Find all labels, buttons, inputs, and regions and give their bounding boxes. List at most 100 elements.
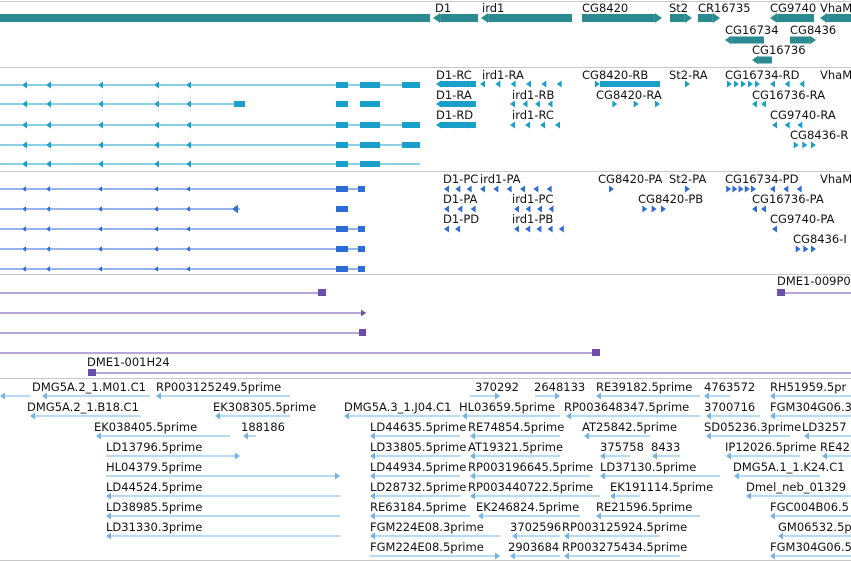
exon-chevron[interactable] [186,206,190,212]
exon-chevron[interactable] [506,185,512,193]
exon-chevron[interactable] [154,246,158,252]
gene-bar[interactable] [440,14,478,22]
exon-block[interactable] [360,82,380,88]
exon-chevron[interactable] [46,81,51,89]
exon-chevron[interactable] [795,245,801,253]
exon-chevron[interactable] [540,121,545,129]
exon-chevron[interactable] [493,185,499,193]
exon-chevron[interactable] [154,160,159,168]
exon-chevron[interactable] [22,121,27,129]
exon-chevron[interactable] [480,185,485,193]
exon-chevron[interactable] [186,160,191,168]
gene-bar[interactable] [582,14,655,22]
exon-block[interactable] [336,161,348,167]
exon-block[interactable] [402,82,420,88]
exon-chevron[interactable] [455,225,460,233]
exon-block[interactable] [336,206,348,212]
gene-bar[interactable] [670,14,685,22]
exon-block[interactable] [336,142,348,148]
exon-block[interactable] [402,142,420,148]
exon-chevron[interactable] [22,186,26,192]
gene-bar[interactable] [0,14,430,22]
exon-chevron[interactable] [98,121,103,129]
exon-chevron[interactable] [98,81,103,89]
clone-end[interactable] [777,289,785,296]
exon-chevron[interactable] [232,204,238,214]
exon-chevron[interactable] [803,245,809,253]
exon-chevron[interactable] [98,206,102,212]
exon-chevron[interactable] [46,141,51,149]
exon-chevron[interactable] [556,80,562,88]
exon-chevron[interactable] [154,81,159,89]
gene-bar[interactable] [488,14,572,22]
exon-chevron[interactable] [154,186,158,192]
exon-chevron[interactable] [802,141,808,149]
exon-chevron[interactable] [22,141,27,149]
exon-block[interactable] [336,246,348,252]
exon-chevron[interactable] [154,206,158,212]
gene-bar[interactable] [698,14,713,22]
exon-chevron[interactable] [186,121,191,129]
exon-chevron[interactable] [46,226,50,232]
exon-chevron[interactable] [98,186,102,192]
exon-chevron[interactable] [726,185,732,193]
exon-chevron[interactable] [186,81,191,89]
exon-chevron[interactable] [22,226,26,232]
exon-chevron[interactable] [22,160,27,168]
exon-block[interactable] [360,142,380,148]
exon-chevron[interactable] [651,205,657,213]
exon-chevron[interactable] [98,246,102,252]
exon-chevron[interactable] [98,266,102,272]
exon-block[interactable] [336,226,348,232]
exon-chevron[interactable] [811,245,816,253]
exon-chevron[interactable] [661,205,666,213]
gene-bar[interactable] [758,56,772,64]
clone-end[interactable] [318,289,326,296]
exon-block[interactable] [358,266,365,272]
exon-chevron[interactable] [609,185,614,193]
exon-chevron[interactable] [772,121,777,129]
exon-chevron[interactable] [784,121,790,129]
exon-chevron[interactable] [744,185,750,193]
feature-tracks[interactable] [0,0,851,562]
exon-chevron[interactable] [186,141,191,149]
exon-chevron[interactable] [154,226,158,232]
clone-end[interactable] [592,349,600,356]
exon-chevron[interactable] [738,185,744,193]
exon-chevron[interactable] [642,205,648,213]
exon-chevron[interactable] [46,186,50,192]
clone-end[interactable] [88,369,96,376]
exon-chevron[interactable] [811,141,816,149]
exon-chevron[interactable] [525,225,531,233]
exon-block[interactable] [360,161,380,167]
exon-chevron[interactable] [98,226,102,232]
exon-chevron[interactable] [536,225,542,233]
est-arrow[interactable] [235,452,240,460]
est-arrow[interactable] [0,392,5,400]
exon-block[interactable] [336,101,348,107]
exon-chevron[interactable] [444,225,449,233]
exon-chevron[interactable] [752,205,757,213]
exon-block[interactable] [336,122,348,128]
exon-block[interactable] [360,122,380,128]
exon-block[interactable] [360,101,380,107]
exon-chevron[interactable] [46,206,50,212]
clone-arrow[interactable] [361,309,366,317]
exon-chevron[interactable] [98,141,103,149]
exon-chevron[interactable] [46,246,50,252]
exon-chevron[interactable] [98,160,103,168]
exon-chevron[interactable] [46,266,50,272]
gene-bar-arrow[interactable] [654,12,662,24]
exon-block[interactable] [336,266,348,272]
est-arrow[interactable] [335,472,340,480]
exon-chevron[interactable] [514,225,519,233]
exon-block[interactable] [440,122,476,128]
gene-bar[interactable] [777,14,814,22]
exon-chevron[interactable] [510,121,515,129]
exon-chevron[interactable] [732,185,738,193]
exon-chevron[interactable] [761,205,766,213]
exon-chevron[interactable] [22,81,27,89]
exon-block[interactable] [336,186,348,192]
exon-chevron[interactable] [186,266,190,272]
exon-chevron[interactable] [799,80,805,88]
